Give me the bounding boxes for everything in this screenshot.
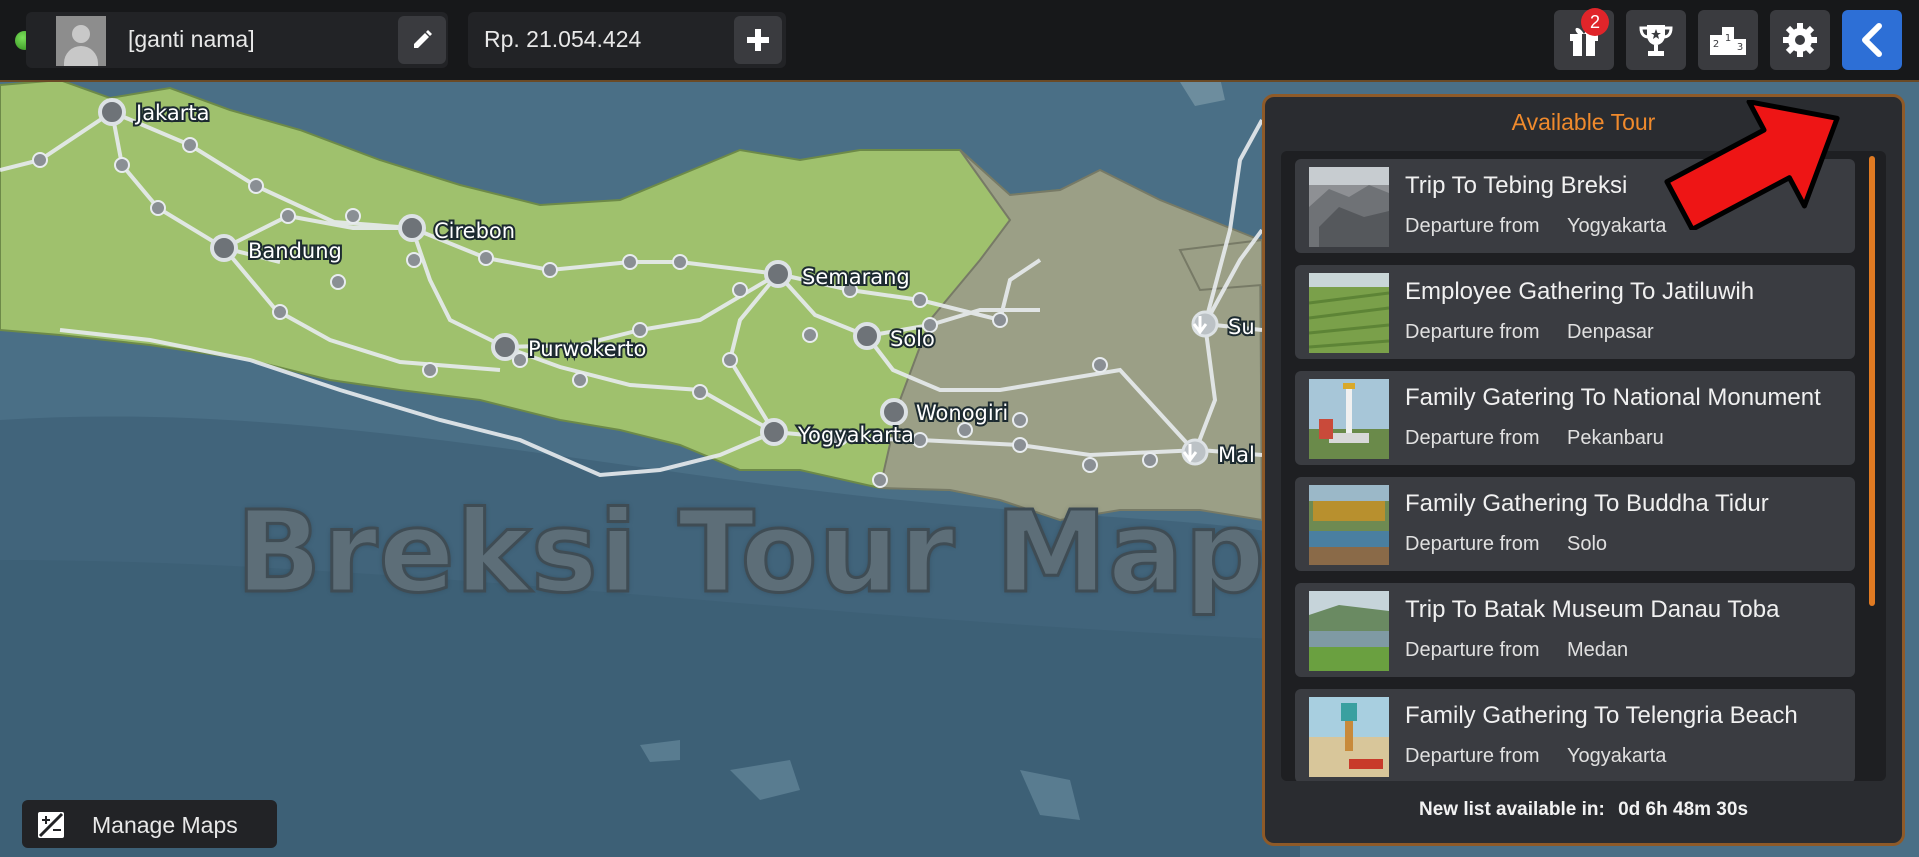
departure-label: Departure from: [1405, 427, 1540, 449]
city-label-yogyakarta: Yogyakarta: [797, 423, 914, 447]
tour-list-scrollbar[interactable]: [1869, 156, 1875, 606]
departure-label: Departure from: [1405, 215, 1540, 237]
city-label-jakarta: Jakarta: [134, 101, 209, 125]
svg-text:1: 1: [1725, 33, 1731, 44]
trophy-icon: [1639, 25, 1673, 56]
money-box: Rp. 21.054.424: [468, 12, 786, 68]
departure-city: Yogyakarta: [1567, 215, 1667, 237]
tour-title: Family Gathering To Telengria Beach: [1405, 702, 1798, 729]
tour-item-batak-museum[interactable]: Trip To Batak Museum Danau Toba Departur…: [1295, 583, 1855, 677]
tour-title: Employee Gathering To Jatiluwih: [1405, 278, 1755, 305]
tour-title: Trip To Batak Museum Danau Toba: [1405, 596, 1780, 623]
tour-item-buddha-tidur[interactable]: Family Gathering To Buddha Tidur Departu…: [1295, 477, 1855, 571]
refresh-label: New list available in:: [1418, 799, 1605, 820]
tour-list[interactable]: Trip To Tebing Breksi Departure from Yog…: [1281, 151, 1886, 781]
svg-text:3: 3: [1737, 42, 1743, 53]
gear-icon: [1783, 23, 1817, 57]
departure-city: Denpasar: [1567, 321, 1654, 343]
top-bar: [ganti nama] Rp. 21.054.424 2 123: [0, 0, 1919, 82]
add-money-button[interactable]: [734, 16, 782, 64]
departure-label: Departure from: [1405, 639, 1540, 661]
svg-text:2: 2: [1713, 39, 1719, 50]
manage-maps-label: Manage Maps: [92, 812, 238, 838]
city-label-malang: Mal: [1218, 443, 1255, 467]
departure-city: Yogyakarta: [1567, 745, 1667, 767]
player-name: [ganti nama]: [128, 26, 255, 52]
departure-city: Medan: [1567, 639, 1629, 661]
city-label-surabaya: Su: [1228, 315, 1255, 339]
city-label-bandung: Bandung: [248, 239, 342, 263]
departure-city: Solo: [1567, 533, 1608, 555]
departure-label: Departure from: [1405, 321, 1540, 343]
tour-thumbnail: [1309, 273, 1389, 353]
trophy-button[interactable]: [1626, 10, 1686, 70]
tour-title: Family Gatering To National Monument: [1405, 384, 1821, 411]
map-watermark-title: Breksi Tour Map: [235, 487, 1267, 620]
refresh-timer: New list available in: 0d 6h 48m 30s: [1265, 799, 1902, 821]
tour-thumbnail: [1309, 379, 1389, 459]
back-button[interactable]: [1842, 10, 1902, 70]
departure-city: Pekanbaru: [1567, 427, 1664, 449]
map-edit-icon: [38, 812, 64, 838]
city-label-solo: Solo: [890, 327, 935, 351]
pointer-arrow-icon: [1664, 100, 1840, 230]
departure-label: Departure from: [1405, 745, 1540, 767]
gift-count-badge: 2: [1581, 8, 1609, 36]
city-label-wonogiri: Wonogiri: [916, 401, 1008, 425]
tour-thumbnail: [1309, 167, 1389, 247]
tour-thumbnail: [1309, 485, 1389, 565]
departure-label: Departure from: [1405, 533, 1540, 555]
back-arrow-icon: [1862, 23, 1882, 57]
money-amount: Rp. 21.054.424: [484, 26, 642, 52]
settings-button[interactable]: [1770, 10, 1830, 70]
tour-title: Family Gathering To Buddha Tidur: [1405, 490, 1769, 517]
city-label-cirebon: Cirebon: [434, 219, 515, 243]
manage-maps-button[interactable]: Manage Maps: [22, 800, 277, 848]
tour-title: Trip To Tebing Breksi: [1405, 172, 1628, 199]
leaderboard-icon: 12 3: [1710, 27, 1746, 55]
city-label-semarang: Semarang: [802, 265, 910, 289]
leaderboard-button[interactable]: 12 3: [1698, 10, 1758, 70]
tour-item-national-monument[interactable]: Family Gatering To National Monument Dep…: [1295, 371, 1855, 465]
refresh-time: 0d 6h 48m 30s: [1618, 799, 1749, 820]
player-name-box: [ganti nama]: [26, 12, 448, 68]
add-icon: [747, 29, 769, 51]
edit-name-button[interactable]: [398, 16, 446, 64]
edit-icon: [414, 30, 432, 48]
tour-item-jatiluwih[interactable]: Employee Gathering To Jatiluwih Departur…: [1295, 265, 1855, 359]
tour-thumbnail: [1309, 697, 1389, 777]
tour-item-telengria-beach[interactable]: Family Gathering To Telengria Beach Depa…: [1295, 689, 1855, 781]
city-label-purwokerto: Purwokerto: [528, 337, 646, 361]
tour-thumbnail: [1309, 591, 1389, 671]
avatar[interactable]: [56, 16, 106, 66]
